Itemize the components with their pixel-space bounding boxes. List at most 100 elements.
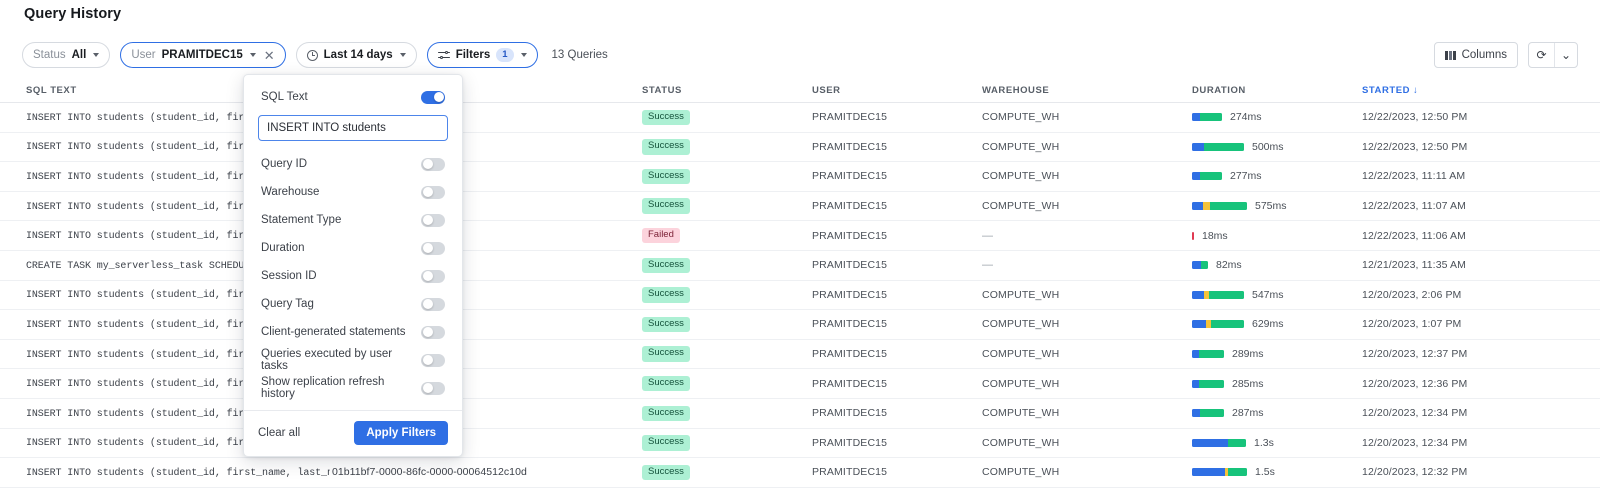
dropdown-footer: Clear all Apply Filters [244,411,462,456]
filter-toolbar: Status All User PRAMITDEC15 ✕ Last 14 da… [22,42,608,68]
duration-bar [1192,350,1224,358]
duration-bar [1192,380,1224,388]
filter-row-sql-text: SQL Text [244,83,462,111]
duration-cell: 274ms [1192,111,1358,123]
duration-bar [1192,113,1222,121]
duration-bar [1192,291,1244,299]
column-header-user[interactable]: USER [810,85,980,96]
filter-label: Show replication refresh history [261,376,421,400]
filter-toggle[interactable] [421,242,445,255]
cell-sql-text: INSERT INTO students (student_id, first_… [26,468,330,479]
filter-toggle[interactable] [421,270,445,283]
status-badge: Success [642,258,690,273]
duration-cell: 18ms [1192,230,1358,242]
duration-bar [1192,468,1247,476]
filter-row-client-generated-statements: Client-generated statements [244,318,462,346]
filter-label: Client-generated statements [261,326,405,338]
table-row[interactable]: INSERT INTO students (student_id, first_… [0,369,1600,399]
filter-toggle[interactable] [421,298,445,311]
cell-user: PRAMITDEC15 [812,289,887,301]
filter-toggle[interactable] [421,382,445,395]
filter-row-warehouse: Warehouse [244,178,462,206]
clear-user-filter-icon[interactable]: ✕ [264,49,275,62]
chevron-down-icon [400,53,406,57]
status-badge: Success [642,287,690,302]
cell-warehouse: COMPUTE_WH [982,141,1059,153]
table-row[interactable]: INSERT INTO students (student_id, first_… [0,458,1600,488]
duration-bar [1192,320,1244,328]
cell-started: 12/20/2023, 12:32 PM [1362,466,1467,478]
duration-label: 289ms [1232,348,1264,360]
table-row[interactable]: INSERT INTO students (student_id, first_… [0,133,1600,163]
cell-started: 12/20/2023, 12:37 PM [1362,348,1467,360]
filter-label: Query ID [261,158,307,170]
table-body: INSERT INTO students (student_id, first_… [0,103,1600,488]
column-header-warehouse[interactable]: WAREHOUSE [980,85,1190,96]
table-row[interactable]: INSERT INTO students (student_id, first_… [0,310,1600,340]
filter-toggle-sql-text[interactable] [421,91,445,104]
status-badge: Success [642,406,690,421]
table-row[interactable]: INSERT INTO students (student_id, first_… [0,281,1600,311]
table-row[interactable]: INSERT INTO students (student_id, first_… [0,429,1600,459]
filter-toggle[interactable] [421,214,445,227]
duration-bar [1192,439,1246,447]
refresh-button[interactable]: ⟳ [1529,43,1554,67]
filter-row-duration: Duration [244,234,462,262]
cell-user: PRAMITDEC15 [812,348,887,360]
cell-query-id: 01b11bf7-0000-86fc-0000-00064512c10d [332,466,527,478]
cell-user: PRAMITDEC15 [812,230,887,242]
duration-bar [1192,261,1208,269]
table-row[interactable]: INSERT INTO students (student_id, first_… [0,399,1600,429]
cell-sql-text: CREATE TASK my_serverless_task SCHEDULE … [26,261,274,272]
cell-started: 12/20/2023, 1:07 PM [1362,318,1461,330]
filter-toggle[interactable] [421,326,445,339]
duration-label: 575ms [1255,200,1287,212]
duration-label: 547ms [1252,289,1284,301]
filter-row-session-id: Session ID [244,262,462,290]
status-badge: Failed [642,228,680,243]
clear-all-button[interactable]: Clear all [258,427,300,439]
filter-toggle[interactable] [421,186,445,199]
sql-text-input[interactable] [258,115,448,141]
user-filter-pill[interactable]: User PRAMITDEC15 ✕ [120,42,285,68]
query-history-table: SQL TEXT STATUS USER WAREHOUSE DURATION … [0,78,1600,488]
columns-button-label: Columns [1462,49,1507,61]
queries-count-label: 13 Queries [552,49,608,61]
column-header-status[interactable]: STATUS [640,85,810,96]
column-header-duration[interactable]: DURATION [1190,85,1360,96]
duration-bar [1192,202,1247,210]
cell-warehouse: — [982,259,993,271]
filters-button[interactable]: Filters 1 [427,42,538,68]
apply-filters-button[interactable]: Apply Filters [354,421,448,445]
date-range-filter-pill[interactable]: Last 14 days [296,42,417,68]
filter-label-sql-text: SQL Text [261,91,308,103]
filter-toggle[interactable] [421,354,445,367]
table-row[interactable]: INSERT INTO students (student_id, first_… [0,192,1600,222]
duration-bar [1192,409,1224,417]
filter-row-query-id: Query ID [244,150,462,178]
cell-user: PRAMITDEC15 [812,318,887,330]
duration-cell: 82ms [1192,259,1358,271]
status-badge: Success [642,465,690,480]
duration-cell: 287ms [1192,407,1358,419]
table-row[interactable]: INSERT INTO students (student_id, first_… [0,340,1600,370]
column-header-started[interactable]: STARTED ↓ [1360,85,1600,96]
refresh-options-chevron-down-icon[interactable]: ⌄ [1554,43,1577,67]
filter-label: Queries executed by user tasks [261,348,421,372]
columns-button[interactable]: Columns [1434,42,1518,68]
table-row[interactable]: CREATE TASK my_serverless_task SCHEDULE … [0,251,1600,281]
table-row[interactable]: INSERT INTO students (student_id, first_… [0,221,1600,251]
table-row[interactable]: INSERT INTO students (student_id, first_… [0,103,1600,133]
status-badge: Success [642,110,690,125]
status-badge: Success [642,376,690,391]
filter-toggle[interactable] [421,158,445,171]
duration-bar [1192,172,1222,180]
duration-label: 1.3s [1254,437,1274,449]
duration-cell: 277ms [1192,170,1358,182]
cell-started: 12/22/2023, 11:07 AM [1362,200,1466,212]
filters-dropdown-panel: SQL Text Query IDWarehouseStatement Type… [243,74,463,457]
table-row[interactable]: INSERT INTO students (student_id, first_… [0,162,1600,192]
status-filter-pill[interactable]: Status All [22,42,110,68]
filter-label: Duration [261,242,304,254]
duration-cell: 547ms [1192,289,1358,301]
